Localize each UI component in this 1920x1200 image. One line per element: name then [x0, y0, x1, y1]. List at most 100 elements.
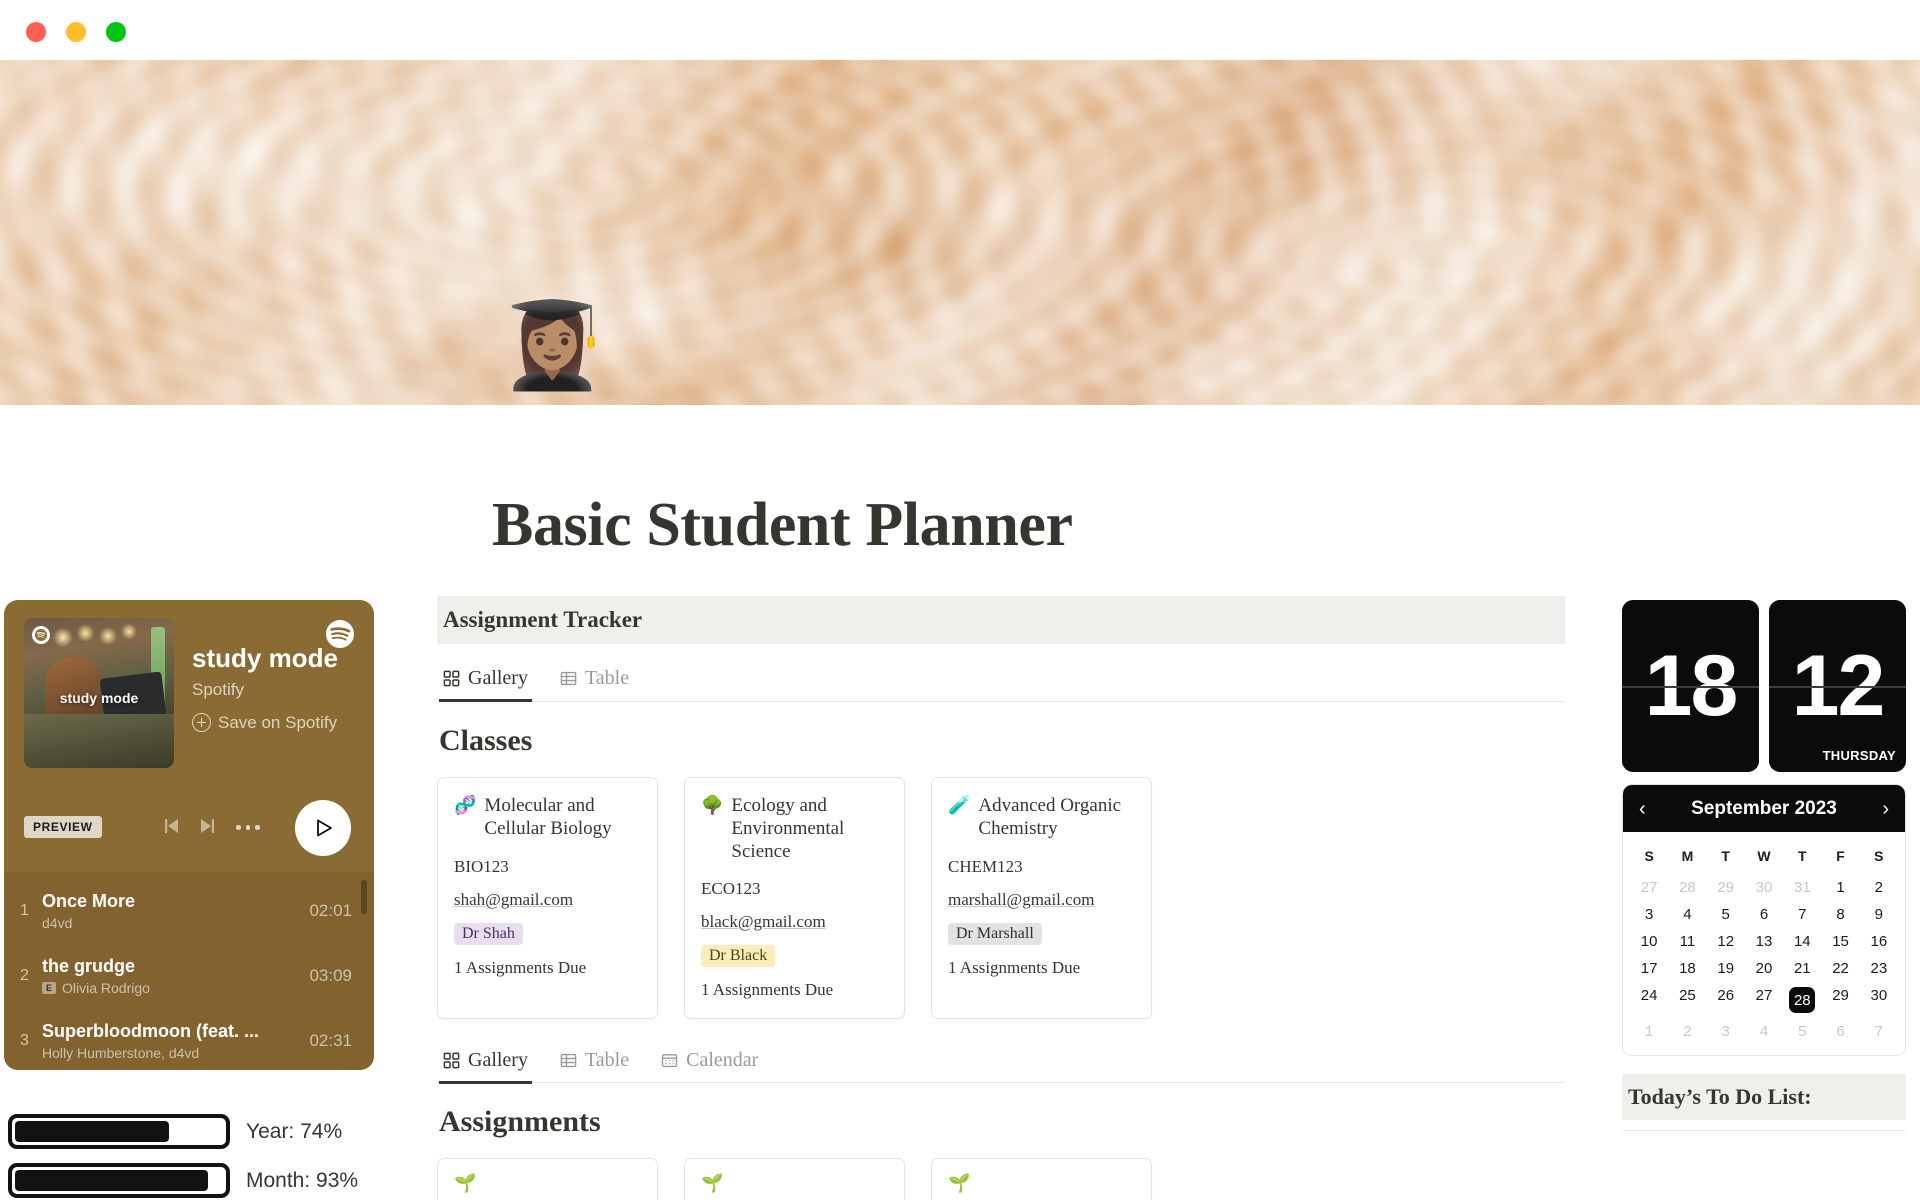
todo-list-heading: Today’s To Do List:	[1622, 1074, 1906, 1120]
calendar-day[interactable]: 4	[1668, 901, 1706, 928]
class-name: Advanced Organic Chemistry	[978, 794, 1122, 839]
maximize-button[interactable]	[106, 22, 126, 42]
calendar-day[interactable]: 22	[1821, 955, 1859, 982]
track-artist: Holly Humberstone, d4vd	[42, 1044, 200, 1061]
teacher-tag[interactable]: Dr Shah	[454, 922, 523, 945]
calendar-day[interactable]: 3	[1707, 1018, 1745, 1045]
calendar-day[interactable]: 25	[1668, 982, 1706, 1018]
calendar-day[interactable]: 6	[1745, 901, 1783, 928]
tab-classes-table[interactable]: Table	[556, 663, 633, 702]
class-code: BIO123	[454, 856, 509, 876]
tab-classes-gallery[interactable]: Gallery	[439, 663, 532, 702]
play-button[interactable]	[295, 800, 351, 856]
calendar-day[interactable]: 19	[1707, 955, 1745, 982]
teacher-tag[interactable]: Dr Marshall	[948, 922, 1042, 945]
calendar-day[interactable]: 2	[1668, 1018, 1706, 1045]
assignment-card[interactable]: 🌱	[931, 1158, 1152, 1200]
tab-label: Table	[584, 667, 630, 689]
calendar-day[interactable]: 27	[1630, 874, 1668, 901]
teacher-tag[interactable]: Dr Black	[701, 944, 776, 967]
month-progress-bar	[8, 1163, 230, 1198]
gallery-icon	[443, 1052, 460, 1069]
calendar-day[interactable]: 23	[1860, 955, 1898, 982]
spotify-embed-widget[interactable]: study mode study mode Spotify Save on Sp…	[4, 600, 374, 1070]
calendar-day[interactable]: 2	[1860, 874, 1898, 901]
calendar-day[interactable]: 26	[1707, 982, 1745, 1018]
assignment-card[interactable]: 🌱	[684, 1158, 905, 1200]
close-button[interactable]	[26, 22, 46, 42]
calendar-day[interactable]: 31	[1783, 874, 1821, 901]
track-duration: 02:01	[309, 900, 352, 920]
calendar-day[interactable]: 5	[1783, 1018, 1821, 1045]
class-email[interactable]: black@gmail.com	[701, 912, 888, 932]
calendar-day[interactable]: 16	[1860, 928, 1898, 955]
calendar-day-header: W	[1757, 848, 1771, 864]
calendar-day[interactable]: 10	[1630, 928, 1668, 955]
seedling-icon: 🌱	[948, 1173, 971, 1194]
class-email[interactable]: marshall@gmail.com	[948, 890, 1135, 910]
calendar-day[interactable]: 28	[1668, 874, 1706, 901]
previous-track-button[interactable]	[159, 814, 183, 843]
calendar-day[interactable]: 7	[1860, 1018, 1898, 1045]
track-duration: 03:09	[309, 965, 352, 985]
calendar-day[interactable]: 8	[1821, 901, 1859, 928]
calendar-day[interactable]: 3	[1630, 901, 1668, 928]
calendar-day[interactable]: 12	[1707, 928, 1745, 955]
track-row[interactable]: 3 Superbloodmoon (feat. ... Holly Humber…	[4, 1008, 374, 1070]
page-title: Basic Student Planner	[492, 491, 1073, 559]
tab-assignments-table[interactable]: Table	[556, 1045, 633, 1084]
next-track-button[interactable]	[196, 814, 220, 843]
save-on-spotify-button[interactable]: Save on Spotify	[192, 713, 360, 733]
tab-label: Calendar	[686, 1048, 759, 1071]
calendar-day[interactable]: 9	[1860, 901, 1898, 928]
calendar-day[interactable]: 27	[1745, 982, 1783, 1018]
calendar-day[interactable]: 1	[1821, 874, 1859, 901]
calendar-day[interactable]: 30	[1860, 982, 1898, 1018]
playlist-title[interactable]: study mode	[192, 644, 360, 673]
calendar-day-number: 25	[1679, 987, 1696, 1004]
track-row[interactable]: 1 Once More d4vd 02:01	[4, 878, 374, 943]
calendar-day[interactable]: 5	[1707, 901, 1745, 928]
chevron-right-icon[interactable]: ›	[1882, 799, 1889, 819]
calendar-day[interactable]: 29	[1707, 874, 1745, 901]
class-card[interactable]: 🧪 Advanced Organic Chemistry CHEM123 mar…	[931, 776, 1152, 1019]
track-artist: d4vd	[42, 914, 73, 931]
more-options-button[interactable]	[236, 825, 260, 830]
calendar-day-today[interactable]: 28	[1783, 982, 1821, 1018]
calendar-day[interactable]: 4	[1745, 1018, 1783, 1045]
calendar-day[interactable]: 13	[1745, 928, 1783, 955]
track-row[interactable]: 2 the grudge E Olivia Rodrigo 03:09	[4, 943, 374, 1008]
class-card[interactable]: 🧬 Molecular and Cellular Biology BIO123 …	[437, 776, 658, 1019]
calendar-day[interactable]: 14	[1783, 928, 1821, 955]
calendar-day[interactable]: 17	[1630, 955, 1668, 982]
calendar-day[interactable]: 30	[1745, 874, 1783, 901]
minimize-button[interactable]	[66, 22, 86, 42]
calendar-day[interactable]: 29	[1821, 982, 1859, 1018]
calendar-day-number: 23	[1870, 960, 1888, 977]
calendar-day[interactable]: 15	[1821, 928, 1859, 955]
calendar-day[interactable]: 20	[1745, 955, 1783, 982]
tab-assignments-gallery[interactable]: Gallery	[439, 1045, 532, 1084]
calendar-day[interactable]: 21	[1783, 955, 1821, 982]
calendar-day[interactable]: 7	[1783, 901, 1821, 928]
calendar-day[interactable]: 18	[1668, 955, 1706, 982]
calendar-day[interactable]: 11	[1668, 928, 1706, 955]
dna-icon: 🧬	[454, 794, 477, 815]
calendar-day-number: 20	[1755, 960, 1773, 977]
class-email[interactable]: shah@gmail.com	[454, 890, 641, 910]
assignment-card[interactable]: 🌱	[437, 1158, 658, 1200]
track-number: 1	[20, 901, 29, 919]
calendar-day-number: 7	[1874, 1023, 1884, 1040]
spotify-track-list[interactable]: 1 Once More d4vd 02:01 2 the grudge E Ol…	[4, 872, 374, 1070]
calendar-day-number: 15	[1832, 933, 1849, 950]
window-titlebar	[0, 0, 1920, 60]
year-progress-fill	[15, 1121, 169, 1142]
calendar-day[interactable]: 24	[1630, 982, 1668, 1018]
playlist-cover-art: study mode	[24, 618, 174, 768]
page-emoji-icon[interactable]: 👩🏽‍🎓	[500, 303, 605, 387]
calendar-day[interactable]: 6	[1821, 1018, 1859, 1045]
class-card[interactable]: 🌳 Ecology and Environmental Science ECO1…	[684, 776, 905, 1019]
chevron-left-icon[interactable]: ‹	[1639, 799, 1646, 819]
tab-assignments-calendar[interactable]: Calendar	[657, 1045, 762, 1084]
calendar-day[interactable]: 1	[1630, 1018, 1668, 1045]
